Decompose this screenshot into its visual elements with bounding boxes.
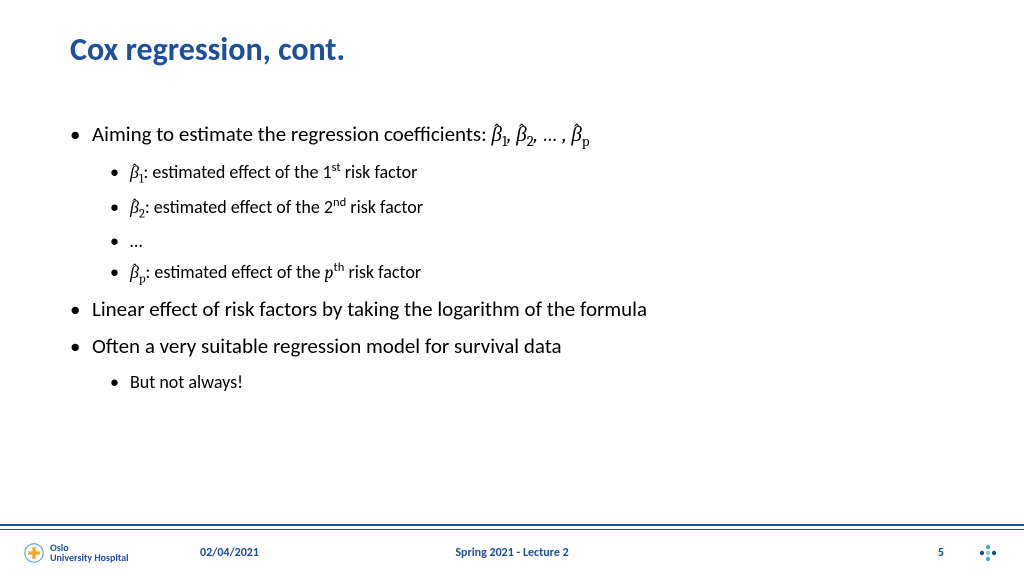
beta-hat-2-inline: β2 bbox=[130, 197, 145, 218]
footer-logo: Oslo University Hospital bbox=[24, 543, 129, 564]
footer-date: 02/04/2021 bbox=[200, 546, 259, 560]
slide-content: Aiming to estimate the regression coeffi… bbox=[70, 119, 954, 396]
slide-title: Cox regression, cont. bbox=[70, 30, 954, 69]
footer: Oslo University Hospital 02/04/2021 Spri… bbox=[0, 530, 1024, 576]
bullet-3: Often a very suitable regression model f… bbox=[70, 331, 954, 363]
bullet-1-4: βp: estimated effect of the pth risk fac… bbox=[110, 259, 954, 289]
footer-lecture-label: Spring 2021 - Lecture 2 bbox=[455, 546, 568, 560]
beta-hat-p: βp bbox=[571, 123, 589, 147]
beta-hat-1: β1 bbox=[492, 123, 508, 147]
hospital-cross-icon bbox=[24, 543, 44, 563]
bullet-3-1: But not always! bbox=[110, 369, 954, 396]
bullet-1-3: … bbox=[110, 228, 954, 255]
footer-page-number: 5 bbox=[938, 546, 944, 560]
footer-logo-text: Oslo University Hospital bbox=[50, 543, 129, 564]
bullet-2: Linear effect of risk factors by taking … bbox=[70, 294, 954, 326]
bullet-1-text: Aiming to estimate the regression coeffi… bbox=[92, 121, 492, 147]
beta-hat-1-inline: β1 bbox=[130, 162, 144, 183]
bullet-1-1: β1: estimated effect of the 1st risk fac… bbox=[110, 159, 954, 189]
beta-hat-2: β2 bbox=[516, 123, 533, 147]
bullet-1: Aiming to estimate the regression coeffi… bbox=[70, 119, 954, 153]
dots-decoration-icon bbox=[976, 541, 1000, 565]
bullet-1-2: β2: estimated effect of the 2nd risk fac… bbox=[110, 194, 954, 224]
beta-hat-p-inline: βp bbox=[130, 262, 146, 283]
slide: Cox regression, cont. Aiming to estimate… bbox=[0, 0, 1024, 576]
